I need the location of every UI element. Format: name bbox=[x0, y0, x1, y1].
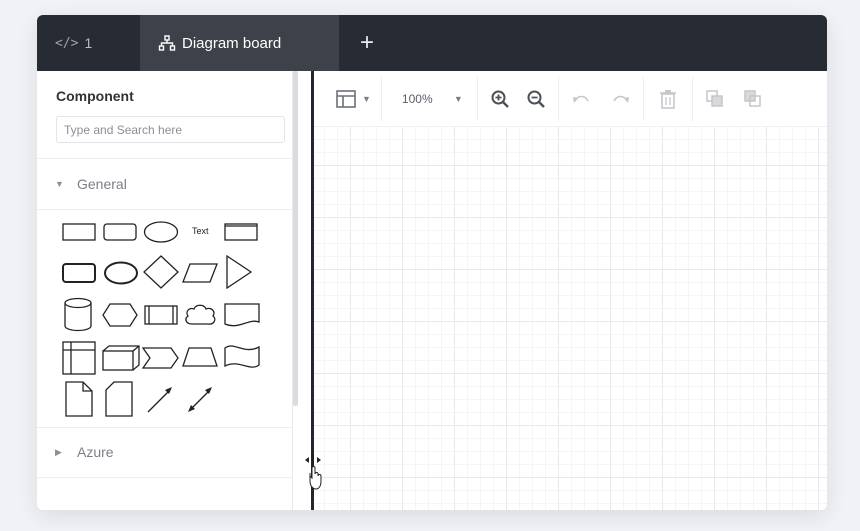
diagram-app-window: </> 1 Diagram board + Component ▼ Genera… bbox=[37, 15, 827, 510]
process-shape[interactable] bbox=[144, 305, 178, 325]
circle-shape[interactable] bbox=[103, 261, 139, 285]
tab-diagram-board[interactable]: Diagram board bbox=[140, 15, 339, 71]
section-general[interactable]: ▼ General bbox=[55, 176, 127, 192]
section-azure[interactable]: ▶ Azure bbox=[55, 444, 114, 460]
resize-cursor-icon bbox=[304, 453, 324, 498]
canvas-toolbar: ▼ 100% ▼ bbox=[314, 71, 827, 127]
delete-group bbox=[644, 76, 693, 121]
arrange-group bbox=[693, 77, 775, 121]
internal-storage-shape[interactable] bbox=[62, 341, 96, 375]
section-azure-label: Azure bbox=[77, 444, 114, 460]
divider bbox=[37, 427, 293, 428]
zoom-level: 100% bbox=[401, 91, 433, 106]
sidebar-title: Component bbox=[56, 88, 134, 104]
note-shape[interactable] bbox=[65, 381, 93, 417]
rounded-rectangle-shape[interactable] bbox=[103, 223, 137, 241]
divider bbox=[37, 158, 293, 159]
caret-down-icon: ▼ bbox=[55, 179, 64, 189]
cloud-shape[interactable] bbox=[183, 302, 217, 328]
cylinder-shape[interactable] bbox=[63, 297, 93, 333]
tab-code-label: 1 bbox=[84, 35, 93, 51]
add-tab-button[interactable]: + bbox=[339, 15, 395, 71]
bidirectional-arrow-shape[interactable] bbox=[185, 383, 215, 415]
tab-code[interactable]: </> 1 bbox=[37, 15, 140, 71]
hexagon-shape[interactable] bbox=[102, 303, 138, 327]
redo-icon[interactable] bbox=[607, 85, 635, 113]
shape-palette: Text bbox=[59, 217, 269, 421]
tab-bar: </> 1 Diagram board + bbox=[37, 15, 827, 71]
panel-splitter[interactable] bbox=[311, 71, 314, 510]
delete-icon[interactable] bbox=[654, 85, 682, 113]
zoom-group bbox=[478, 76, 559, 121]
diamond-shape[interactable] bbox=[142, 255, 180, 289]
diagram-canvas[interactable] bbox=[314, 127, 827, 510]
layout-dropdown-caret-icon[interactable]: ▼ bbox=[362, 94, 371, 104]
tape-shape[interactable] bbox=[224, 343, 260, 371]
text-shape[interactable]: Text bbox=[192, 226, 209, 236]
component-search-input[interactable] bbox=[56, 116, 285, 143]
rounded-box-shape[interactable] bbox=[62, 263, 96, 283]
arrow-shape[interactable] bbox=[145, 383, 175, 415]
section-general-label: General bbox=[77, 176, 127, 192]
cube-shape[interactable] bbox=[102, 345, 140, 371]
trapezoid-shape[interactable] bbox=[182, 347, 218, 367]
parallelogram-shape[interactable] bbox=[182, 263, 218, 283]
zoom-select[interactable]: 100% ▼ bbox=[382, 76, 478, 121]
send-to-back-icon[interactable] bbox=[739, 85, 767, 113]
code-icon: </> bbox=[55, 35, 79, 51]
divider bbox=[37, 477, 293, 478]
heading-box-shape[interactable] bbox=[224, 223, 258, 241]
layout-icon[interactable] bbox=[332, 85, 360, 113]
zoom-out-icon[interactable] bbox=[522, 85, 550, 113]
card-shape[interactable] bbox=[105, 381, 133, 417]
caret-right-icon: ▶ bbox=[55, 446, 62, 457]
component-sidebar: Component ▼ General Text bbox=[37, 71, 293, 510]
history-group bbox=[559, 76, 644, 121]
divider bbox=[37, 209, 293, 210]
zoom-dropdown-caret-icon: ▼ bbox=[453, 93, 463, 104]
diagram-icon bbox=[158, 35, 176, 51]
zoom-in-icon[interactable] bbox=[486, 85, 514, 113]
step-shape[interactable] bbox=[142, 347, 180, 369]
bring-to-front-icon[interactable] bbox=[701, 85, 729, 113]
sidebar-scrollbar[interactable] bbox=[293, 71, 298, 406]
undo-icon[interactable] bbox=[567, 85, 595, 113]
triangle-shape[interactable] bbox=[225, 255, 253, 289]
rectangle-shape[interactable] bbox=[62, 223, 96, 241]
layout-group: ▼ bbox=[314, 76, 382, 121]
tab-diagram-board-label: Diagram board bbox=[182, 34, 282, 52]
ellipse-shape[interactable] bbox=[143, 221, 179, 243]
document-shape[interactable] bbox=[224, 303, 260, 329]
